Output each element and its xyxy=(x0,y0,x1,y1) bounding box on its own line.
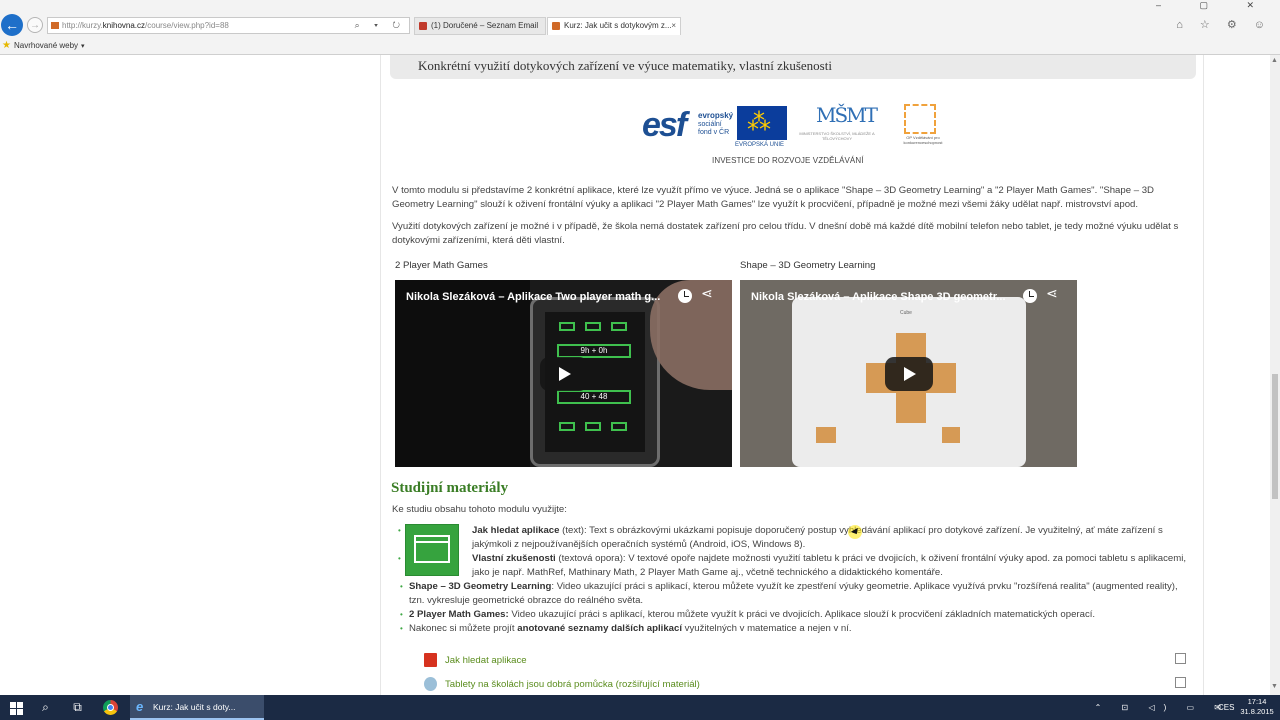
section-title: Konkrétní využití dotykových zařízení ve… xyxy=(418,58,832,73)
browser-toolbar-icons[interactable]: ⌂ ☆ ⚙ ☺ xyxy=(1176,18,1272,31)
investice-slogan: INVESTICE DO ROZVOJE VZDĚLÁVÁNÍ xyxy=(712,156,864,165)
play-button[interactable] xyxy=(540,357,588,391)
cube-label: Cube xyxy=(900,310,912,316)
clock-time: 17:14 xyxy=(1247,697,1267,706)
intro-paragraph-1: V tomto modulu si představíme 2 konkrétn… xyxy=(392,185,1154,210)
eu-stars-icon: ⁂ xyxy=(747,109,771,136)
tab-label: (1) Doručené – Seznam Email xyxy=(431,21,539,30)
taskbar-clock[interactable]: 17:14 31.8.2015 xyxy=(1240,697,1274,717)
url-globe-icon xyxy=(424,677,437,691)
list-item: Jak hledat aplikace (text): Text s obráz… xyxy=(398,524,1192,552)
favorites-star-icon[interactable]: ★ xyxy=(2,37,11,54)
resource-label[interactable]: Tablety na školách jsou dobrá pomůcka (r… xyxy=(445,679,700,690)
equation-bottom: 40 + 48 xyxy=(557,390,631,404)
back-button[interactable]: ← xyxy=(1,14,23,36)
section-header: Konkrétní využití dotykových zařízení ve… xyxy=(390,55,1196,79)
equation-top: 9h + 0h xyxy=(557,344,631,358)
msmt-text: MINISTERSTVO ŠKOLSTVÍ, MLÁDEŽE A TĚLOVÝC… xyxy=(799,131,875,141)
resource-link-tablety[interactable]: Tablety na školách jsou dobrá pomůcka (r… xyxy=(424,677,744,693)
scroll-down-icon[interactable]: ▼ xyxy=(1271,683,1278,690)
video-title[interactable]: Nikola Slezáková – Aplikace Shape 3D geo… xyxy=(751,291,1013,303)
windows-start-icon[interactable] xyxy=(8,699,25,716)
watch-later-icon[interactable] xyxy=(678,289,692,303)
page-scrollbar[interactable]: ▲ ▼ xyxy=(1270,55,1280,695)
op-mark-icon xyxy=(904,104,936,134)
system-tray-icons[interactable]: ⌃ ⊡ ◁) ▭ ✉ xyxy=(1095,695,1230,720)
resource-link-jak-hledat[interactable]: Jak hledat aplikace xyxy=(424,653,724,669)
task-view-icon[interactable]: ⧉ xyxy=(69,699,86,716)
search-icon[interactable]: ⌕ xyxy=(37,699,54,716)
arrow-left-icon: ← xyxy=(5,17,19,33)
taskbar-ie-window[interactable]: e Kurz: Jak učit s doty... xyxy=(130,695,264,720)
list-item: Vlastní zkušenosti (textová opora): V te… xyxy=(398,552,1192,580)
window-controls[interactable]: – ▢ ✕ xyxy=(1156,0,1272,11)
op-logo: OP Vzdělávání pro konkurenceschopnost xyxy=(900,104,946,148)
window-icon xyxy=(405,524,459,576)
msmt-logo: MŠMT MINISTERSTVO ŠKOLSTVÍ, MLÁDEŽE A TĚ… xyxy=(792,103,882,148)
intro-paragraph-2: Využití dotykových zařízení je možné i v… xyxy=(392,221,1179,246)
tab-seznam-email[interactable]: (1) Doručené – Seznam Email xyxy=(414,17,546,35)
video-caption-math-games: 2 Player Math Games xyxy=(395,260,488,271)
pdf-icon xyxy=(424,653,437,667)
moodle-favicon-icon xyxy=(51,22,59,29)
list-item: Nakonec si můžete projít anotované sezna… xyxy=(400,622,1191,636)
list-item: 2 Player Math Games: Video ukazující prá… xyxy=(400,608,1191,622)
share-icon[interactable]: ⋖ xyxy=(701,285,713,302)
suggested-sites-link[interactable]: Navrhované weby xyxy=(14,41,78,50)
op-text: OP Vzdělávání pro konkurenceschopnost xyxy=(903,135,943,145)
input-language[interactable]: CES xyxy=(1218,695,1234,720)
video-caption-shape: Shape – 3D Geometry Learning xyxy=(740,260,876,271)
chevron-down-icon[interactable]: ▾ xyxy=(81,43,85,50)
clock-date: 31.8.2015 xyxy=(1240,707,1274,716)
tab-label: Kurz: Jak učit s dotykovým z... xyxy=(564,21,672,30)
share-icon[interactable]: ⋖ xyxy=(1046,285,1058,302)
esf-text-3: fond v ČR xyxy=(698,129,730,136)
completion-checkbox[interactable] xyxy=(1175,653,1186,664)
taskbar-window-label: Kurz: Jak učit s doty... xyxy=(153,702,236,712)
close-tab-icon[interactable]: × xyxy=(671,18,676,34)
esf-mark: esf xyxy=(642,106,687,144)
video-player-shape[interactable]: Cube Nikola Slezáková – Aplikace Shape 3… xyxy=(740,280,1077,467)
page-viewport: Konkrétní využití dotykových zařízení ve… xyxy=(0,55,1280,695)
resource-label[interactable]: Jak hledat aplikace xyxy=(445,655,527,666)
video-player-math-games[interactable]: 9h + 0h 40 + 48 Nikola Slezáková – Aplik… xyxy=(395,280,732,467)
list-item: Shape – 3D Geometry Learning: Video ukaz… xyxy=(400,580,1191,608)
arrow-right-icon: → xyxy=(30,19,40,31)
favorites-bar: ★ Navrhované weby ▾ xyxy=(0,37,1280,54)
esf-text-2: sociální xyxy=(698,121,722,128)
windows-taskbar: ⌕ ⧉ e Kurz: Jak učit s doty... ⌃ ⊡ ◁) ▭ … xyxy=(0,695,1280,720)
mouse-cursor-icon xyxy=(848,525,862,539)
forward-button[interactable]: → xyxy=(27,17,43,33)
chrome-icon[interactable] xyxy=(102,699,119,716)
seznam-favicon-icon xyxy=(419,22,427,30)
url-prefix: http://kurzy. xyxy=(62,21,103,30)
eu-label: EVROPSKÁ UNIE xyxy=(735,142,785,148)
msmt-mark: MŠMT xyxy=(816,103,878,127)
address-tools-icons[interactable]: ⌕ ▾ ↻ xyxy=(355,18,406,33)
play-button[interactable] xyxy=(885,357,933,391)
url-path: /course/view.php?id=88 xyxy=(145,21,229,30)
esf-text-1: evropský xyxy=(698,111,734,120)
browser-chrome: ← → http://kurzy.knihovna.cz/course/view… xyxy=(0,0,1280,55)
study-materials-heading: Studijní materiály xyxy=(391,480,509,496)
scrollbar-thumb[interactable] xyxy=(1272,374,1278,499)
logo-strip: esf evropský sociální fond v ČR ⁂ EVROPSKÁ… xyxy=(640,103,950,167)
url-host: knihovna.cz xyxy=(102,21,146,30)
eu-flag-logo: ⁂ xyxy=(737,106,787,140)
scroll-up-icon[interactable]: ▲ xyxy=(1271,57,1278,64)
internet-explorer-icon: e xyxy=(136,699,144,714)
video-title[interactable]: Nikola Slezáková – Aplikace Two player m… xyxy=(406,291,668,303)
address-bar[interactable]: http://kurzy.knihovna.cz/course/view.php… xyxy=(47,17,410,34)
watch-later-icon[interactable] xyxy=(1023,289,1037,303)
study-intro: Ke studiu obsahu tohoto modulu využijte: xyxy=(392,504,567,515)
esf-logo: esf evropský sociální fond v ČR xyxy=(642,106,734,148)
moodle-favicon-icon xyxy=(552,22,560,30)
completion-checkbox[interactable] xyxy=(1175,677,1186,688)
tab-kurz[interactable]: Kurz: Jak učit s dotykovým z... × xyxy=(547,17,681,35)
